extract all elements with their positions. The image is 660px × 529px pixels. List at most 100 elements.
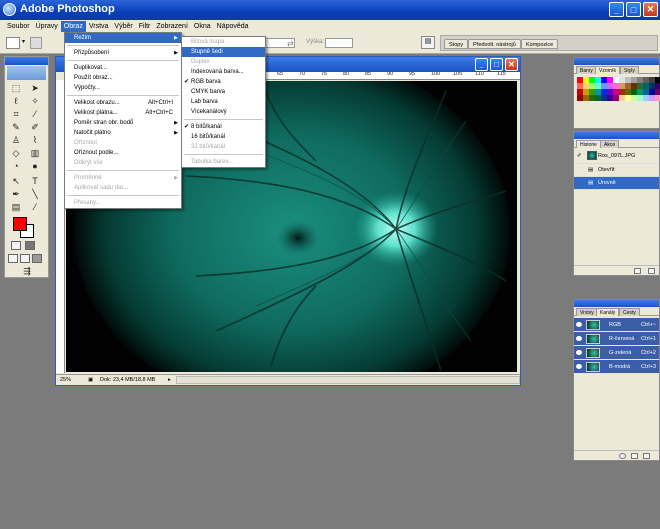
tab-channels[interactable]: Kanály (596, 308, 620, 316)
mode-menu-item[interactable]: Vícekanálový (182, 107, 265, 117)
new-channel-icon[interactable] (643, 453, 650, 459)
tab-actions[interactable]: Akce (600, 140, 620, 148)
marquee-tool-icon[interactable]: ⬚ (8, 82, 24, 94)
trash-icon[interactable] (648, 268, 655, 274)
tool-preset-picker[interactable] (6, 37, 20, 49)
mode-menu-item[interactable]: ✔ 8 bitů/kanál (182, 122, 265, 132)
tab-layers[interactable]: Vrstvy (576, 308, 598, 316)
color-swatch[interactable] (655, 95, 660, 101)
tab-color[interactable]: Barvy (576, 66, 597, 74)
channel-row[interactable]: R-červená Ctrl+1 (574, 332, 659, 346)
screen-mode-standard-icon[interactable] (8, 254, 18, 263)
shape-tool-icon[interactable]: ╲ (27, 188, 43, 200)
zoom-level[interactable]: 25% (60, 375, 71, 385)
channel-label: RGB (609, 322, 621, 328)
standard-mode-icon[interactable] (11, 241, 21, 250)
image-menu-item[interactable]: Duplikovat... (65, 63, 181, 73)
tab-history[interactable]: Historie (576, 140, 601, 148)
mode-menu-item[interactable]: CMYK barva (182, 87, 265, 97)
crop-tool-icon[interactable]: ⌗ (8, 108, 24, 120)
image-menu-item[interactable]: Výpočty... (65, 83, 181, 93)
status-menu-arrow-icon[interactable]: ▸ (168, 375, 171, 385)
mode-menu-item[interactable]: Lab barva (182, 97, 265, 107)
minimize-button[interactable]: _ (609, 2, 624, 17)
image-menu-item[interactable]: Natočit plátno ▶ (65, 128, 181, 138)
doc-minimize-button[interactable]: _ (475, 58, 488, 71)
menu-4[interactable]: Výběr (111, 21, 135, 32)
doc-close-button[interactable]: ✕ (505, 58, 518, 71)
brush-tool-icon[interactable]: ✐ (27, 121, 43, 133)
eyedropper-icon[interactable]: ⁄ (27, 201, 43, 213)
load-selection-icon[interactable] (619, 453, 626, 459)
tab-swatches[interactable]: Vzorník (595, 66, 620, 74)
mode-menu-item[interactable]: ✔ RGB barva (182, 77, 265, 87)
menu-0[interactable]: Soubor (4, 21, 33, 32)
eye-icon[interactable] (576, 322, 582, 327)
path-selection-icon[interactable]: ↖ (8, 175, 24, 187)
new-snapshot-icon[interactable] (634, 268, 641, 274)
dock-tab-paths[interactable]: Stopy (444, 39, 469, 49)
foreground-color-swatch[interactable] (13, 217, 27, 231)
menu-7[interactable]: Okna (191, 21, 214, 32)
mode-menu-item[interactable]: 16 bitů/kanál (182, 132, 265, 142)
menu-5[interactable]: Filtr (136, 21, 154, 32)
status-icon[interactable]: ▣ (88, 375, 93, 385)
tab-styles[interactable]: Styly (620, 66, 639, 74)
magic-wand-icon[interactable]: ✧ (27, 95, 43, 107)
maximize-button[interactable]: □ (626, 2, 641, 17)
history-state[interactable]: ▤ Otevřít (574, 164, 659, 177)
image-menu-item[interactable]: Oříznout podle... (65, 148, 181, 158)
chevron-down-icon[interactable]: ▾ (22, 38, 25, 45)
lasso-tool-icon[interactable]: ℓ (8, 95, 24, 107)
slice-tool-icon[interactable]: ⁄ (27, 108, 43, 120)
healing-brush-icon[interactable]: ✎ (8, 121, 24, 133)
mode-menu-item[interactable]: Indexovaná barva... (182, 67, 265, 77)
screen-mode-menu-icon[interactable] (20, 254, 30, 263)
move-tool-icon[interactable]: ➤ (27, 82, 43, 94)
save-selection-icon[interactable] (631, 453, 638, 459)
image-menu-item[interactable]: Velikost plátna... Alt+Ctrl+C (65, 108, 181, 118)
channel-row[interactable]: G-zelená Ctrl+2 (574, 346, 659, 360)
dock-tab-tool-presets[interactable]: Předvolt. nástrojů (468, 39, 521, 49)
menu-6[interactable]: Zobrazení (153, 21, 191, 32)
close-button[interactable]: ✕ (643, 2, 658, 17)
eye-icon[interactable] (576, 364, 582, 369)
doc-maximize-button[interactable]: □ (490, 58, 503, 71)
dock-tab-layer-comps[interactable]: Kompozice (521, 39, 559, 49)
type-tool-icon[interactable]: T (27, 175, 43, 187)
new-selection-icon[interactable] (30, 37, 42, 49)
menu-2[interactable]: Obraz (60, 20, 86, 32)
height-field[interactable] (325, 38, 353, 48)
history-state[interactable]: ▤ Úrovně (574, 177, 659, 190)
image-menu-item[interactable]: Poměr stran obr. bodů ▶ (65, 118, 181, 128)
tab-paths[interactable]: Cesty (619, 308, 640, 316)
history-snapshot[interactable]: ✐ Ros_097L.JPG (574, 148, 659, 164)
swatch-grid[interactable] (577, 77, 660, 101)
pen-tool-icon[interactable]: ✒ (8, 188, 24, 200)
eye-icon[interactable] (576, 350, 582, 355)
swap-arrows-icon[interactable]: ⇄ (287, 39, 294, 48)
image-menu-item[interactable]: Přizpůsobení ▶ (65, 48, 181, 58)
eye-icon[interactable] (576, 336, 582, 341)
dodge-tool-icon[interactable]: ● (27, 160, 43, 172)
image-menu-item[interactable]: Použít obraz... (65, 73, 181, 83)
notes-tool-icon[interactable]: ▤ (8, 201, 24, 213)
blur-tool-icon[interactable]: ◔ (8, 160, 24, 172)
quick-mask-icon[interactable] (25, 241, 35, 250)
imageready-jump-icon[interactable]: ⇶ (15, 265, 39, 277)
horizontal-scrollbar[interactable] (176, 376, 520, 384)
menu-8[interactable]: Nápověda (214, 21, 252, 32)
image-menu-item[interactable]: Režim ▶ (65, 33, 181, 43)
screen-mode-full-icon[interactable] (32, 254, 42, 263)
gradient-tool-icon[interactable]: ▥ (27, 147, 43, 159)
channel-row[interactable]: RGB Ctrl+~ (574, 318, 659, 332)
mode-menu-item[interactable]: Stupně šedi (182, 47, 265, 57)
history-brush-icon[interactable]: ⌇ (27, 134, 43, 146)
menu-3[interactable]: Vrstva (86, 21, 112, 32)
image-menu-item[interactable]: Velikost obrazu... Alt+Ctrl+I (65, 98, 181, 108)
palette-well-icon[interactable]: ▤ (421, 36, 435, 49)
menu-1[interactable]: Úpravy (33, 21, 61, 32)
eraser-tool-icon[interactable]: ◇ (8, 147, 24, 159)
channel-row[interactable]: B-modrá Ctrl+3 (574, 360, 659, 374)
clone-stamp-icon[interactable]: ♙ (8, 134, 24, 146)
